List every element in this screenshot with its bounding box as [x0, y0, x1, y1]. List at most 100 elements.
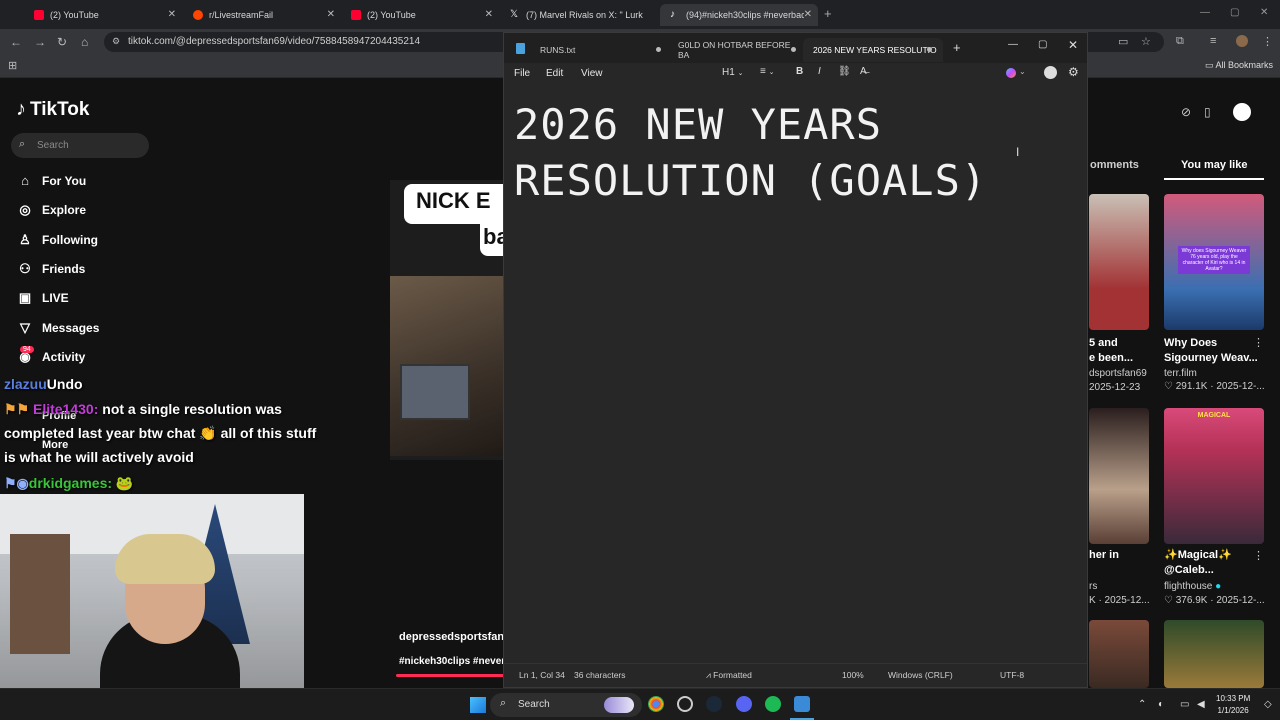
bold-button[interactable]: B — [796, 66, 803, 77]
card-1-author[interactable]: dsportsfan69 — [1089, 368, 1147, 379]
video-hashtags[interactable]: #nickeh30clips #never — [399, 656, 504, 667]
account-icon[interactable] — [1044, 66, 1057, 79]
browser-tab-2[interactable]: r/LivestreamFail ✕ — [183, 4, 341, 26]
minimize-icon[interactable]: — — [1200, 7, 1210, 18]
spotify-icon[interactable] — [765, 696, 781, 712]
card-3-title[interactable]: her in — [1089, 548, 1119, 563]
list-dropdown[interactable]: ≡ ⌄ — [760, 66, 775, 77]
card-3-author[interactable]: rs — [1089, 581, 1097, 592]
theme-toggle[interactable] — [1233, 103, 1251, 121]
clear-formatting-button[interactable]: A̶ — [860, 66, 867, 77]
forward-icon[interactable]: → — [34, 35, 46, 49]
menu-file[interactable]: File — [514, 68, 530, 79]
nav-live[interactable]: ▣ LIVE — [16, 290, 69, 306]
apps-grid-icon[interactable]: ⊞ — [8, 59, 17, 72]
maximize-icon[interactable]: ▢ — [1230, 7, 1239, 18]
heading-dropdown[interactable]: H1 ⌄ — [722, 67, 743, 78]
nav-messages[interactable]: ▽ Messages — [16, 320, 99, 336]
badge-icon: ⚑⚑ — [4, 401, 30, 417]
card-more-icon[interactable]: ⋮ — [1253, 336, 1264, 349]
notepad-tab-2[interactable]: G0LD ON HOTBAR BEFORE BA — [642, 38, 802, 62]
start-icon[interactable] — [470, 697, 486, 713]
close-tab-icon[interactable]: ✕ — [327, 9, 335, 20]
media-icon[interactable]: ≡ — [1210, 35, 1216, 47]
nav-following[interactable]: ♙ Following — [16, 232, 98, 248]
italic-button[interactable]: I — [818, 66, 821, 77]
line-ending[interactable]: Windows (CRLF) — [888, 670, 953, 680]
tray-app-icon[interactable]: ◐ — [1158, 699, 1164, 710]
extensions-icon[interactable]: ⧉ — [1176, 35, 1184, 48]
card-1-title[interactable]: 5 and e been... — [1089, 336, 1133, 366]
tab-you-may-like[interactable]: You may like — [1181, 159, 1247, 171]
view-mode-icon[interactable]: ⊘ — [1181, 105, 1191, 119]
profile-avatar[interactable] — [1236, 35, 1248, 47]
chrome-icon[interactable] — [648, 696, 664, 712]
link-button[interactable]: ⛓ — [838, 66, 851, 77]
home-icon[interactable]: ⌂ — [81, 35, 88, 49]
device-icon[interactable]: ▯ — [1204, 105, 1211, 119]
card-6-thumb[interactable] — [1164, 620, 1264, 688]
card-5-thumb[interactable] — [1089, 620, 1149, 688]
close-icon[interactable]: ✕ — [1068, 38, 1078, 52]
bookmark-star-icon[interactable]: ☆ — [1141, 35, 1151, 48]
menu-view[interactable]: View — [581, 68, 603, 79]
notification-bell-icon[interactable]: ◇ — [1264, 699, 1272, 710]
nav-for-you[interactable]: ⌂ For You — [16, 173, 86, 188]
copilot-icon[interactable] — [1006, 68, 1016, 78]
close-tab-icon[interactable]: ✕ — [803, 9, 812, 20]
tiktok-logo[interactable]: ♪ TikTok — [16, 98, 89, 121]
messages-icon: ▽ — [20, 320, 30, 335]
video-author[interactable]: depressedsportsfan — [399, 631, 504, 643]
card-3-thumb[interactable] — [1089, 408, 1149, 544]
cast-icon[interactable]: ▭ — [1118, 35, 1128, 48]
notepad-tab-3[interactable]: 2026 NEW YEARS RESOLUTIO — [803, 38, 943, 62]
video-progress[interactable] — [396, 674, 504, 677]
encoding[interactable]: UTF-8 — [1000, 670, 1024, 680]
reload-icon[interactable]: ↻ — [57, 35, 67, 49]
card-4-title[interactable]: ✨Magical✨ @Caleb... — [1164, 548, 1232, 578]
card-2-thumb[interactable]: Why does Sigourney Weaver 76 years old, … — [1164, 194, 1264, 330]
steam-icon[interactable] — [706, 696, 722, 712]
chevron-down-icon[interactable]: ⌄ — [1019, 67, 1026, 76]
network-icon[interactable]: ▭ — [1180, 699, 1189, 710]
card-more-icon[interactable]: ⋮ — [1253, 549, 1264, 562]
browser-tab-1[interactable]: (2) YouTube ✕ — [24, 4, 182, 26]
close-window-icon[interactable]: ✕ — [1260, 7, 1268, 18]
site-info-icon[interactable]: ⚙ — [112, 36, 120, 47]
menu-icon[interactable]: ⋮ — [1262, 35, 1273, 48]
tab-comments[interactable]: omments — [1090, 159, 1139, 171]
taskbar-search[interactable]: ⌕ Search — [490, 693, 642, 717]
all-bookmarks[interactable]: ▭ All Bookmarks — [1205, 60, 1273, 71]
card-4-thumb[interactable]: MAGICAL — [1164, 408, 1264, 544]
notepad-tab-1[interactable]: RUNS.txt — [504, 38, 664, 62]
close-tab-icon[interactable]: ✕ — [168, 9, 176, 20]
settings-gear-icon[interactable]: ⚙ — [1068, 65, 1079, 79]
card-2-author[interactable]: terr.film — [1164, 368, 1197, 379]
card-2-title[interactable]: Why Does Sigourney Weav... — [1164, 336, 1258, 366]
obs-icon[interactable] — [677, 696, 693, 712]
card-1-thumb[interactable] — [1089, 194, 1149, 330]
back-icon[interactable]: ← — [10, 35, 22, 49]
format-mode[interactable]: ⩘ Formatted — [706, 670, 752, 681]
notepad-taskbar-icon[interactable] — [794, 696, 810, 712]
new-tab-icon[interactable]: + — [824, 6, 832, 21]
card-4-author[interactable]: flighthouse ● — [1164, 581, 1221, 592]
tiktok-search-input[interactable]: ⌕ Search — [11, 133, 149, 158]
menu-edit[interactable]: Edit — [546, 68, 563, 79]
nav-friends[interactable]: ⚇ Friends — [16, 261, 85, 277]
discord-icon[interactable] — [736, 696, 752, 712]
maximize-icon[interactable]: ▢ — [1038, 39, 1047, 50]
new-tab-icon[interactable]: + — [953, 40, 961, 55]
notepad-editor[interactable]: 2026 NEW YEARS RESOLUTION (GOALS) — [514, 97, 1074, 209]
browser-tab-5[interactable]: ♪ (94)#nickeh30clips #neverback ✕ — [660, 4, 818, 26]
browser-tab-4[interactable]: 𝕏 (7) Marvel Rivals on X: " Lurk — [500, 4, 658, 26]
clock[interactable]: 10:33 PM 1/1/2026 — [1216, 693, 1250, 717]
nav-explore[interactable]: ◎ Explore — [16, 202, 86, 218]
tray-chevron-icon[interactable]: ⌃ — [1138, 699, 1146, 710]
notepad-menubar: File Edit View H1 ⌄ ≡ ⌄ B I ⛓ A̶ ⌄ ⚙ — [504, 63, 1087, 85]
zoom-level[interactable]: 100% — [842, 670, 864, 680]
browser-tab-3[interactable]: (2) YouTube ✕ — [341, 4, 499, 26]
minimize-icon[interactable]: — — [1008, 39, 1018, 50]
volume-icon[interactable]: ◀ — [1197, 699, 1205, 710]
close-tab-icon[interactable]: ✕ — [485, 9, 493, 20]
